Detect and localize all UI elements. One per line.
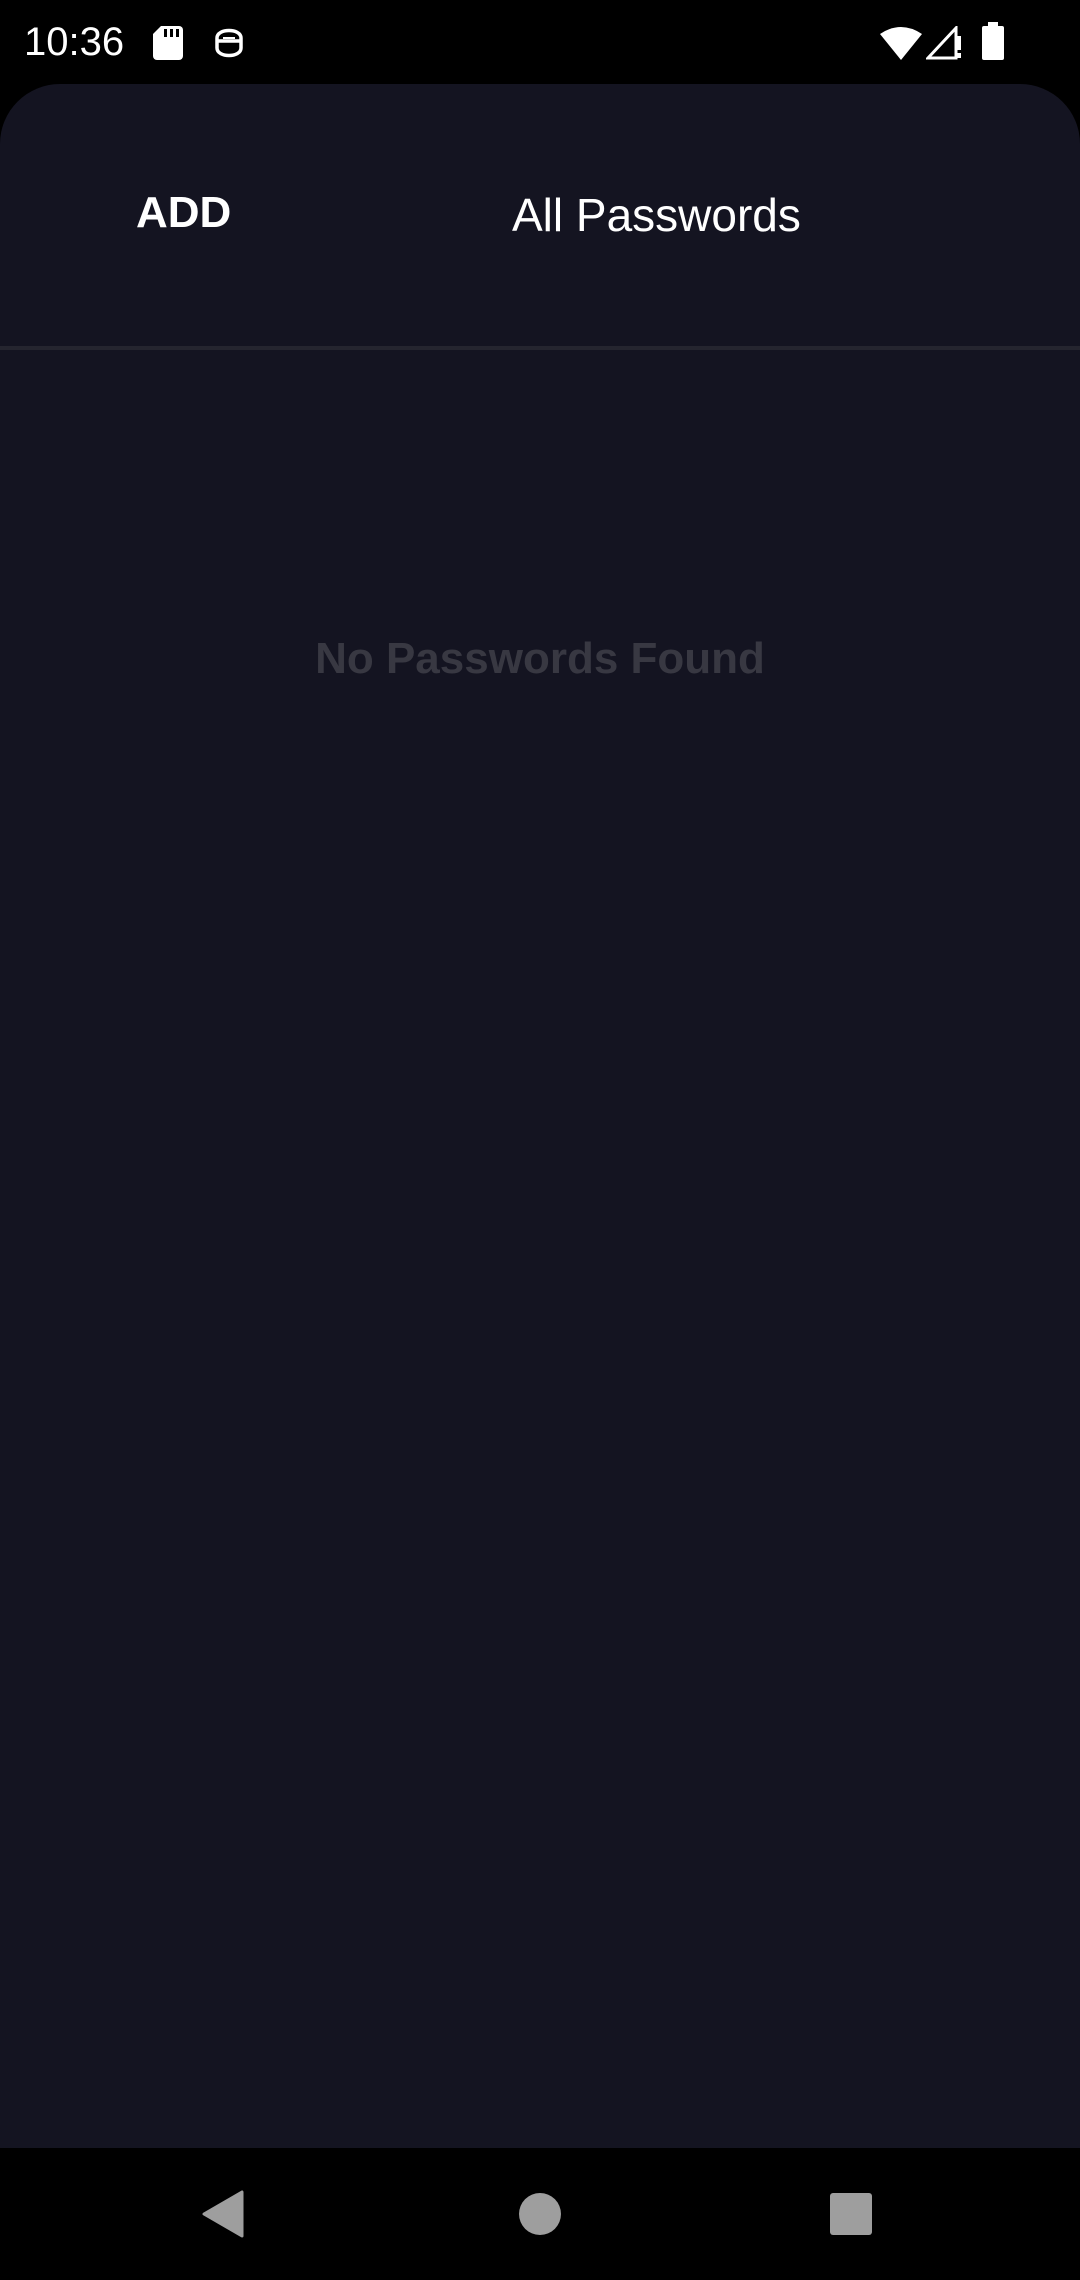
back-icon[interactable]: [202, 2190, 246, 2238]
app-content: ADD All Passwords No Passwords Found: [0, 84, 1080, 2148]
phone-screen: 10:36 ADD All Passwords No Passwords Fou…: [0, 0, 1080, 2280]
status-bar: 10:36: [0, 0, 1080, 84]
sd-card-icon: [153, 26, 183, 60]
wifi-icon: [880, 27, 922, 60]
home-icon[interactable]: [518, 2192, 562, 2236]
navigation-bar: [0, 2148, 1080, 2280]
page-title: All Passwords: [512, 189, 801, 241]
add-button[interactable]: ADD: [136, 188, 231, 238]
face-icon: [215, 28, 243, 58]
signal-icon: [926, 26, 961, 60]
battery-icon: [982, 22, 1004, 60]
header-divider: [0, 346, 1080, 350]
recents-icon[interactable]: [829, 2192, 873, 2236]
status-time: 10:36: [24, 20, 125, 64]
app-header: ADD All Passwords: [0, 84, 1080, 348]
empty-state-message: No Passwords Found: [315, 634, 765, 683]
